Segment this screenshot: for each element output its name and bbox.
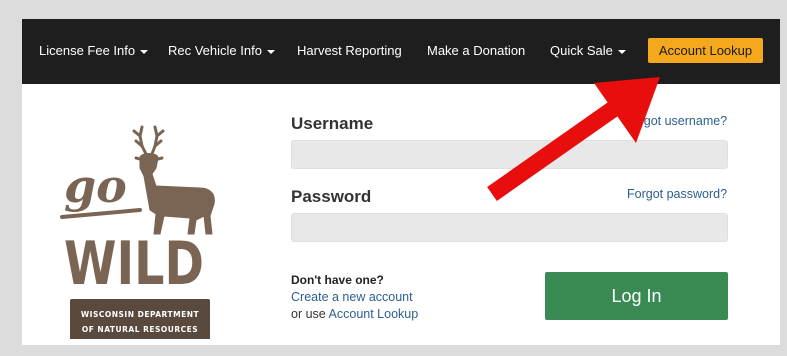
nav-item-label: Harvest Reporting — [297, 43, 402, 58]
password-input[interactable] — [291, 213, 728, 242]
nav-license-fee-info[interactable]: License Fee Info — [39, 40, 149, 62]
nav-item-label: License Fee Info — [39, 43, 136, 58]
signup-prompt: Don't have one? — [291, 273, 384, 287]
create-account-link[interactable]: Create a new account — [291, 290, 413, 304]
nav-rec-vehicle-info[interactable]: Rec Vehicle Info — [168, 40, 275, 62]
caret-down-icon — [266, 49, 275, 54]
login-page: License Fee Info Rec Vehicle Info Harves… — [22, 19, 780, 345]
login-button[interactable]: Log In — [545, 272, 728, 320]
username-label: Username — [291, 114, 374, 133]
logo-wild-text: WILD — [64, 229, 204, 299]
or-use-text: or use — [291, 307, 326, 321]
account-lookup-line: or use Account Lookup — [291, 307, 418, 321]
logo-go-text: go — [64, 159, 127, 213]
password-label: Password — [291, 187, 372, 206]
logo-org-line2: OF NATURAL RESOURCES — [82, 325, 198, 334]
deer-icon — [132, 125, 215, 235]
caret-down-icon — [617, 49, 626, 54]
annotation-arrow-icon — [487, 77, 660, 201]
account-lookup-link[interactable]: Account Lookup — [329, 307, 419, 321]
nav-item-label: Make a Donation — [427, 43, 526, 58]
nav-harvest-reporting[interactable]: Harvest Reporting — [297, 40, 402, 62]
nav-item-label: Quick Sale — [550, 43, 613, 58]
go-wild-logo: go WILD WISCONSIN DEPARTMENT OF NATURAL … — [60, 125, 215, 339]
logo-org-line1: WISCONSIN DEPARTMENT — [81, 310, 200, 319]
nav-item-label: Rec Vehicle Info — [168, 43, 262, 58]
caret-down-icon — [140, 49, 149, 54]
